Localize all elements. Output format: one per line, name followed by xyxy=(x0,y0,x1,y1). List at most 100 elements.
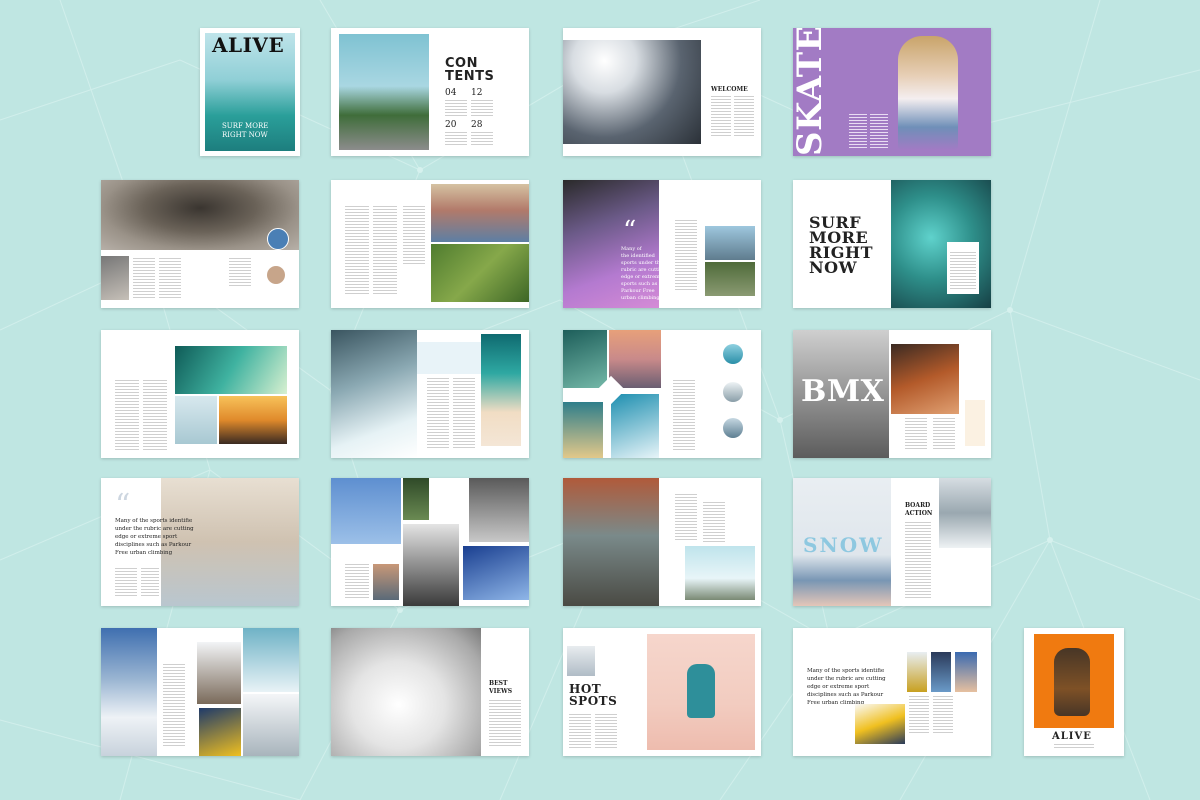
quote-bike-spread[interactable]: “ Many of the sports identifie under the… xyxy=(101,478,299,606)
portrait-circle-1 xyxy=(267,228,289,250)
beach-walk-photo xyxy=(563,402,603,458)
contents-item-3[interactable]: 20 xyxy=(445,120,456,130)
quote-line: edge or extreme xyxy=(621,274,663,280)
welcome-title: WELCOME xyxy=(711,86,748,93)
quote-snow-body xyxy=(909,696,929,734)
bmx-beige-box xyxy=(965,400,985,446)
best-views-spread[interactable]: BEST VIEWS xyxy=(331,628,529,756)
quote-line: the identified xyxy=(621,253,655,259)
ski-slope-photo xyxy=(243,694,299,756)
quote-bike-line: disciplines such as Parkour xyxy=(115,542,192,548)
quote-line: Many of xyxy=(621,246,642,252)
contents-desc xyxy=(445,100,467,116)
skate-body xyxy=(870,114,888,148)
snowboard-jump-photo xyxy=(855,704,905,744)
aerial-beach-photo xyxy=(481,334,521,446)
surfer-splash-photo xyxy=(331,330,417,458)
quote-line: rubric are cutting xyxy=(621,267,667,273)
quote-purple-spread[interactable]: “ Many of the identified sports under th… xyxy=(563,180,761,308)
splash-body xyxy=(453,378,475,448)
hot-spots-spread[interactable]: HOT SPOTS xyxy=(563,628,761,756)
bmx-body xyxy=(905,418,927,450)
snowy-trees-photo xyxy=(939,478,991,548)
snow-spread[interactable]: SNOW BOARD ACTION xyxy=(793,478,991,606)
contents-item-1[interactable]: 04 xyxy=(445,88,456,98)
light-blue-box xyxy=(417,342,481,374)
bmx-body xyxy=(933,418,955,450)
snow-portrait-photo xyxy=(931,652,951,692)
beach-circle-1 xyxy=(723,344,743,364)
sunset-surf-photo xyxy=(219,396,287,444)
quote-bike-line: edge or extreme sport xyxy=(115,534,178,540)
quote-snow-line: edge or extreme sport xyxy=(807,684,870,690)
mountain-spread[interactable] xyxy=(101,628,299,756)
splash-body xyxy=(427,378,449,448)
quote-snow-line: Many of the sports identifie xyxy=(807,668,885,674)
cover-headline-1: SURF MORE xyxy=(222,122,269,130)
quote-snow-spread[interactable]: Many of the sports identifie under the r… xyxy=(793,628,991,756)
wave-body xyxy=(115,380,139,450)
wave-spread[interactable] xyxy=(101,330,299,458)
beach-circles-spread[interactable] xyxy=(563,330,761,458)
sunset-board-photo xyxy=(609,330,661,388)
quote-mark: “ xyxy=(623,216,637,246)
quote-bike-line: Free urban climbing xyxy=(115,550,173,556)
beach-circle-2 xyxy=(723,382,743,402)
surf-line-4: NOW xyxy=(809,258,858,277)
bmx-collage-spread[interactable] xyxy=(331,478,529,606)
best-views-2: VIEWS xyxy=(489,688,513,695)
snow-side-2: ACTION xyxy=(905,510,933,517)
skatepark-body xyxy=(159,258,181,300)
skateboard-held-photo xyxy=(431,184,529,242)
bike-closeup-spread[interactable] xyxy=(563,478,761,606)
quote-bike-body xyxy=(115,568,137,598)
back-cover-page[interactable]: ALIVE xyxy=(1024,628,1124,756)
back-cover-caption xyxy=(1054,744,1094,750)
bmx-spread[interactable]: BMX xyxy=(793,330,991,458)
lying-on-grass-photo xyxy=(431,244,529,302)
cover-page[interactable]: ALIVE SURF MORE RIGHT NOW xyxy=(200,28,300,156)
cover-headline-2: RIGHT NOW xyxy=(222,131,268,139)
welcome-body xyxy=(711,96,731,138)
beach-body xyxy=(673,380,695,450)
quote-purple-body xyxy=(675,220,697,292)
forest-rider-photo xyxy=(403,478,429,520)
contents-spread[interactable]: CON TENTS 04 12 20 28 xyxy=(331,28,529,156)
bmx-wall-photo xyxy=(403,524,459,606)
bmx-silhouette xyxy=(1054,648,1090,716)
shirtless-rider-photo xyxy=(373,564,399,600)
surfer-splash-spread[interactable] xyxy=(331,330,529,458)
skatepark-spread[interactable] xyxy=(101,180,299,308)
quote-line: sports such as xyxy=(621,281,658,287)
welcome-body xyxy=(734,96,754,138)
bike-body xyxy=(703,502,725,542)
back-cover-title: ALIVE xyxy=(1052,731,1092,742)
quote-bike-body xyxy=(141,568,159,598)
best-views-body xyxy=(489,700,521,748)
wave-rider-photo xyxy=(611,394,659,458)
quote-line: urban climbing xyxy=(621,295,660,301)
surf-body xyxy=(950,252,976,290)
welcome-spread[interactable]: WELCOME xyxy=(563,28,761,156)
quote-snow-line: disciplines such as Parkour xyxy=(807,692,884,698)
wave-body xyxy=(143,380,167,450)
snowboarder-rock-photo xyxy=(197,642,241,704)
forest-road-photo xyxy=(705,262,755,296)
contents-item-4[interactable]: 28 xyxy=(471,120,482,130)
surfboard-person-photo xyxy=(175,396,217,444)
hot-spots-body xyxy=(595,714,617,750)
skateboard-body xyxy=(403,206,425,266)
skateboard-body xyxy=(373,206,397,296)
surf-more-spread[interactable]: SURF MORE RIGHT NOW xyxy=(793,180,991,308)
skate-spread[interactable]: SKATE xyxy=(793,28,991,156)
collage-body xyxy=(345,564,369,600)
skatepark-body xyxy=(229,258,251,288)
wave-barrel-photo xyxy=(175,346,287,394)
surfing-photo xyxy=(563,330,607,388)
snow-mountain-photo xyxy=(955,652,977,692)
hot-spots-2: SPOTS xyxy=(569,694,618,708)
quote-bike-line: Many of the sports identifie xyxy=(115,518,193,524)
skateboard-spread[interactable] xyxy=(331,180,529,308)
powder-snow-photo xyxy=(331,628,481,756)
contents-item-2[interactable]: 12 xyxy=(471,88,482,98)
